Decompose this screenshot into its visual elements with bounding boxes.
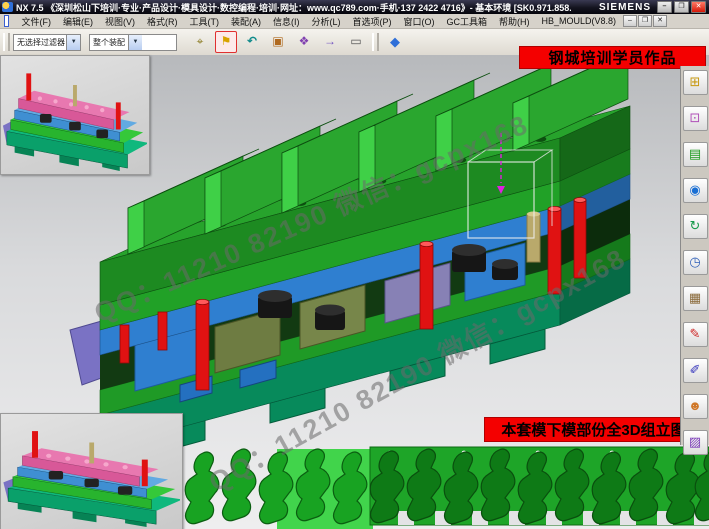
undo-icon[interactable]: ↶ [241,31,263,53]
selection-filter-dropdown[interactable]: 无选择过滤器 ▼ [13,34,81,51]
selection-scope-dropdown[interactable]: 整个装配 ▼ [89,34,177,51]
orient-view-icon[interactable]: ▣ [267,31,289,53]
toolbar-grip[interactable] [3,33,10,51]
materials-icon[interactable]: ✎ [683,322,708,347]
chevron-down-icon[interactable]: ▼ [66,35,80,50]
snap-point-icon[interactable]: ⌖ [189,31,211,53]
menu-preferences[interactable]: 首选项(P) [346,15,397,28]
roles-icon[interactable]: ☻ [683,394,708,419]
menu-format[interactable]: 格式(R) [141,15,184,28]
palette-icon[interactable]: ▦ [683,286,708,311]
pan-icon[interactable]: → [319,31,341,53]
child-restore-button[interactable]: ❐ [638,15,652,27]
child-window-controls: – ❐ ✕ [622,15,667,27]
menu-view[interactable]: 视图(V) [99,15,141,28]
close-button[interactable]: ✕ [691,1,706,13]
selection-scope-value: 整个装配 [90,37,128,48]
nx-logo-icon [2,2,13,12]
visual-report-icon[interactable]: ✐ [683,358,708,383]
assembly-navigator-icon[interactable]: ⊞ [683,70,708,95]
menu-help[interactable]: 帮助(H) [493,15,536,28]
child-minimize-button[interactable]: – [623,15,637,27]
nx-application-window: NX 7.5 《深圳松山下培训·专业·产品设计·模具设计·数控编程·培训·网址：… [0,0,709,529]
menu-assemblies[interactable]: 装配(A) [225,15,267,28]
chevron-down-icon[interactable]: ▼ [128,35,142,50]
menu-file[interactable]: 文件(F) [15,15,57,28]
thumbnail-image-bottom-left [0,413,183,529]
resource-bar: ⊞ ⊡ ▤ ◉ ↻ ◷ ▦ ✎ ✐ ☻ ▨ [680,66,709,445]
document-icon [4,15,9,27]
menu-hb-mould[interactable]: HB_MOULD(V8.8) [535,16,622,26]
menu-tools[interactable]: 工具(T) [183,15,225,28]
selection-filter-value: 无选择过滤器 [14,37,66,48]
shaded-view-icon[interactable]: ◆ [384,31,406,53]
menu-bar: 文件(F) 编辑(E) 视图(V) 格式(R) 工具(T) 装配(A) 信息(I… [0,14,709,29]
part-navigator-icon[interactable]: ▤ [683,142,708,167]
history-icon[interactable]: ◷ [683,250,708,275]
promo-banner-top: 钢城培训学员作品 [519,46,706,69]
constraint-navigator-icon[interactable]: ⊡ [683,106,708,131]
toolbar-grip[interactable] [372,33,379,51]
marquee-select-icon[interactable]: ▭ [345,31,367,53]
scenes-icon[interactable]: ▨ [683,430,708,455]
promo-banner-bottom: 本套模下模部份全3D组立图 [484,417,703,442]
menu-analysis[interactable]: 分析(L) [305,15,346,28]
refresh-icon[interactable]: ❖ [293,31,315,53]
maximize-button[interactable]: ❐ [674,1,689,13]
menu-edit[interactable]: 编辑(E) [57,15,99,28]
reuse-library-icon[interactable]: ↻ [683,214,708,239]
graphics-viewport[interactable]: QQ：11210 82190 微信：gcpx168 QQ：11210 82190… [0,55,709,529]
menu-gc-toolbox[interactable]: GC工具箱 [440,15,493,28]
menu-information[interactable]: 信息(I) [267,15,306,28]
window-title: NX 7.5 《深圳松山下培训·专业·产品设计·模具设计·数控编程·培训·网址：… [16,1,571,14]
selection-filter-icon[interactable]: ⚑ [215,31,237,53]
thumbnail-image-top-left [0,55,150,175]
title-bar: NX 7.5 《深圳松山下培训·专业·产品设计·模具设计·数控编程·培训·网址：… [0,0,709,14]
strip-layout-graphic [180,445,709,529]
siemens-logo: SIEMENS [599,2,651,13]
menu-window[interactable]: 窗口(O) [397,15,440,28]
child-close-button[interactable]: ✕ [653,15,667,27]
internet-explorer-icon[interactable]: ◉ [683,178,708,203]
minimize-button[interactable]: – [657,1,672,13]
